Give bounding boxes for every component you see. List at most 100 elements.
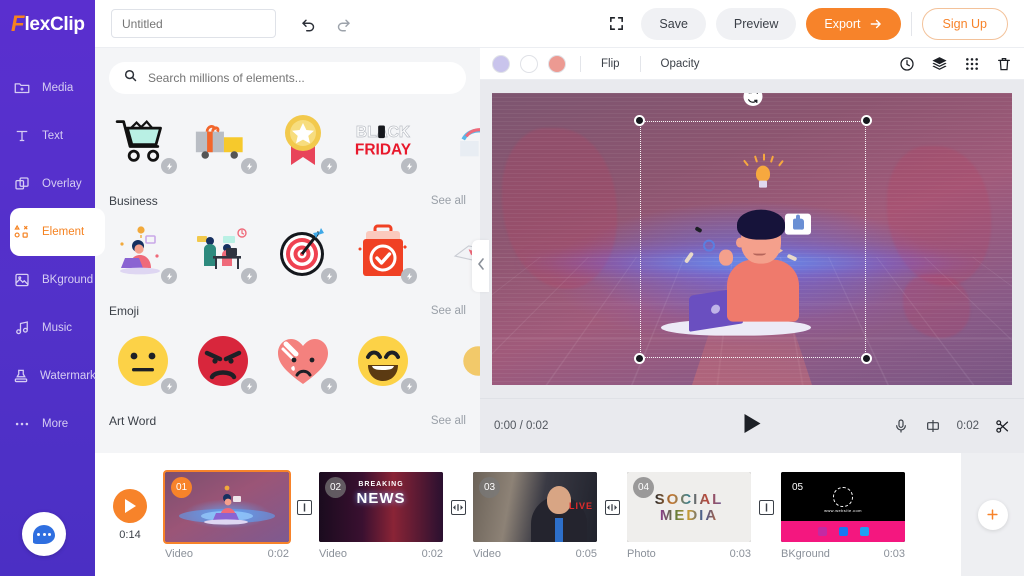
video-canvas[interactable] bbox=[492, 93, 1012, 385]
category-header-business: Business See all bbox=[95, 194, 480, 208]
timeline-clip-02[interactable]: BREAKING NEWS 02 Video 0:02 bbox=[319, 472, 443, 560]
animated-badge-icon bbox=[241, 378, 257, 394]
undo-icon[interactable] bbox=[300, 15, 318, 33]
clip-meta: Photo 0:03 bbox=[627, 548, 751, 560]
timeline-clip-03[interactable]: LIVE 03 Video 0:05 bbox=[473, 472, 597, 560]
category-header-artword: Art Word See all bbox=[95, 414, 480, 428]
clip-meta: Video 0:02 bbox=[319, 548, 443, 560]
broken-heart-emoji[interactable] bbox=[263, 322, 343, 400]
target-dartboard-element[interactable] bbox=[263, 212, 343, 290]
resize-handle-top-left[interactable] bbox=[634, 115, 645, 126]
transition-2[interactable] bbox=[449, 472, 467, 542]
clip-index: 01 bbox=[171, 477, 192, 498]
clip-index: 03 bbox=[479, 477, 500, 498]
signup-button[interactable]: Sign Up bbox=[921, 7, 1008, 40]
top-toolbar: Save Preview Export Sign Up bbox=[95, 0, 1024, 48]
clip-duration: 0:03 bbox=[729, 548, 751, 560]
color-swatch-1[interactable] bbox=[492, 54, 510, 73]
transition-1[interactable] bbox=[295, 472, 313, 542]
clip-thumbnail[interactable]: SOCIAL MEDIA 04 bbox=[627, 472, 751, 542]
sidebar-item-text[interactable]: Text bbox=[0, 112, 95, 160]
sidebar-item-label: BKground bbox=[42, 274, 94, 286]
media-folder-icon bbox=[12, 78, 32, 98]
neutral-face-emoji[interactable] bbox=[103, 322, 183, 400]
panel-collapse-button[interactable] bbox=[472, 240, 489, 292]
timeline-clip-04[interactable]: SOCIAL MEDIA 04 Photo 0:03 bbox=[627, 472, 751, 560]
layers-icon[interactable] bbox=[931, 55, 948, 72]
sidebar-item-element[interactable]: Element bbox=[0, 208, 105, 256]
flip-button[interactable]: Flip bbox=[595, 58, 626, 70]
plus-icon[interactable] bbox=[977, 499, 1008, 530]
clip-thumbnail[interactable]: BREAKING NEWS 02 bbox=[319, 472, 443, 542]
scissors-icon[interactable] bbox=[995, 419, 1010, 434]
gift-truck-element[interactable] bbox=[183, 102, 263, 180]
search-bar[interactable] bbox=[109, 62, 466, 94]
timeline-clip-01[interactable]: 01 Video 0:02 bbox=[163, 470, 291, 560]
animated-badge-icon bbox=[161, 378, 177, 394]
resize-handle-bottom-right[interactable] bbox=[861, 353, 872, 364]
toolbar-divider bbox=[639, 55, 641, 72]
sidebar-item-media[interactable]: Media bbox=[0, 64, 95, 112]
transition-3[interactable] bbox=[603, 472, 621, 542]
redo-icon[interactable] bbox=[334, 15, 352, 33]
partial-emoji-icon bbox=[432, 330, 480, 392]
play-icon[interactable] bbox=[113, 488, 147, 523]
chat-bubble-icon[interactable] bbox=[22, 512, 66, 556]
clip-thumbnail[interactable]: www.website.com 05 bbox=[781, 472, 905, 542]
resize-handle-top-right[interactable] bbox=[861, 115, 872, 126]
clip-meta: Video 0:02 bbox=[165, 548, 289, 560]
person-laptop-element[interactable] bbox=[103, 212, 183, 290]
sidebar-item-overlay[interactable]: Overlay bbox=[0, 160, 95, 208]
export-button[interactable]: Export bbox=[806, 7, 901, 40]
microphone-icon[interactable] bbox=[893, 418, 909, 434]
award-badge-element[interactable] bbox=[263, 102, 343, 180]
color-swatch-3[interactable] bbox=[548, 54, 566, 73]
partial-emoji[interactable] bbox=[423, 322, 480, 400]
instagram-icon bbox=[817, 527, 827, 536]
background-image-icon bbox=[12, 270, 32, 290]
add-clip-area bbox=[960, 453, 1024, 576]
transition-dissolve-icon bbox=[450, 499, 466, 515]
black-friday-element[interactable]: BLACK FRIDAY bbox=[343, 102, 423, 180]
clock-icon[interactable] bbox=[899, 56, 915, 72]
sidebar-item-watermark[interactable]: Watermark bbox=[0, 352, 96, 400]
clip-duration: 0:02 bbox=[267, 548, 289, 560]
resize-handle-bottom-left[interactable] bbox=[634, 353, 645, 364]
fullscreen-icon[interactable] bbox=[608, 15, 625, 32]
category-title: Business bbox=[109, 194, 158, 208]
clip-thumbnail[interactable]: 01 bbox=[163, 470, 291, 544]
selection-edge-top bbox=[640, 121, 866, 122]
logo-text: lexClip bbox=[24, 13, 85, 35]
sidebar-item-bkground[interactable]: BKground bbox=[0, 256, 95, 304]
app-logo[interactable]: FlexClip bbox=[0, 0, 95, 48]
transition-4[interactable] bbox=[757, 472, 775, 542]
partial-element[interactable] bbox=[423, 102, 480, 180]
grid-icon[interactable] bbox=[964, 56, 980, 72]
timeline-clip-05[interactable]: www.website.com 05 BKground 0:03 bbox=[781, 472, 905, 560]
clip-duration: 0:02 bbox=[421, 548, 443, 560]
search-icon bbox=[123, 68, 138, 88]
clip-duration: 0:05 bbox=[575, 548, 597, 560]
split-icon[interactable] bbox=[925, 418, 941, 434]
see-all-link[interactable]: See all bbox=[431, 415, 466, 427]
see-all-link[interactable]: See all bbox=[431, 195, 466, 207]
play-icon[interactable] bbox=[744, 414, 761, 438]
clip-thumbnail[interactable]: LIVE 03 bbox=[473, 472, 597, 542]
see-all-link[interactable]: See all bbox=[431, 305, 466, 317]
checklist-clipboard-element[interactable] bbox=[343, 212, 423, 290]
grinning-face-emoji[interactable] bbox=[343, 322, 423, 400]
opacity-button[interactable]: Opacity bbox=[655, 58, 706, 70]
sidebar-item-more[interactable]: More bbox=[0, 400, 95, 448]
shopping-cart-element[interactable] bbox=[103, 102, 183, 180]
color-swatch-2[interactable] bbox=[520, 54, 538, 73]
transition-cut-icon bbox=[758, 499, 774, 515]
arrow-right-icon bbox=[870, 19, 881, 28]
save-button[interactable]: Save bbox=[641, 7, 706, 40]
sidebar-item-music[interactable]: Music bbox=[0, 304, 95, 352]
office-meeting-element[interactable] bbox=[183, 212, 263, 290]
trash-icon[interactable] bbox=[996, 56, 1012, 72]
angry-face-emoji[interactable] bbox=[183, 322, 263, 400]
preview-button[interactable]: Preview bbox=[715, 7, 797, 40]
project-title-input[interactable] bbox=[111, 9, 276, 38]
search-input[interactable] bbox=[148, 71, 452, 85]
